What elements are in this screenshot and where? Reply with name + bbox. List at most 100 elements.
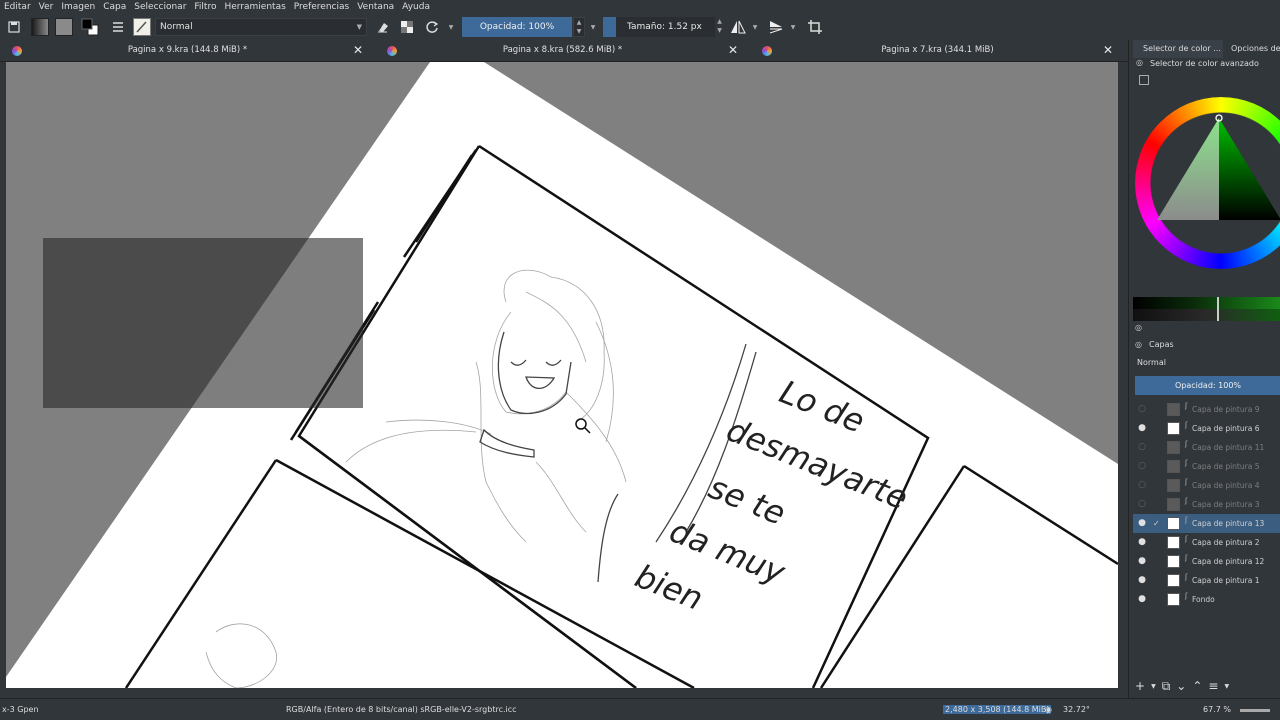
chevron-down-icon[interactable]: ▼ [1224, 683, 1229, 690]
size-stepper[interactable]: ▲ ▼ [715, 17, 724, 37]
menu-herramientas[interactable]: Herramientas [220, 0, 289, 14]
close-icon[interactable]: ✕ [728, 44, 738, 56]
eye-icon[interactable]: ● [1137, 590, 1147, 609]
mirror-vertical-icon[interactable] [766, 17, 786, 37]
menu-capa[interactable]: Capa [99, 0, 130, 14]
crop-icon[interactable] [805, 17, 825, 37]
eye-icon[interactable]: ● [1137, 552, 1147, 571]
blend-mode-value: Normal [160, 22, 193, 32]
size-slider[interactable]: Tamaño: 1.52 px [603, 17, 715, 37]
save-icon[interactable] [6, 17, 22, 37]
opacity-stepper[interactable]: ▲ ▼ [573, 17, 585, 37]
document-tabs: Pagina x 9.kra (144.8 MiB) * ✕ Pagina x … [0, 40, 1128, 62]
zoom-value: 67.7 % [1203, 705, 1231, 714]
eye-hidden-icon[interactable]: ○ [1137, 476, 1147, 495]
menu-ventana[interactable]: Ventana [353, 0, 398, 14]
tab-document-2[interactable]: Pagina x 8.kra (582.6 MiB) * ✕ [375, 40, 750, 62]
layer-toolbar: + ▼ ⧉ ⌄ ⌃ ≡ ▼ [1135, 678, 1280, 694]
move-layer-up-icon[interactable]: ⌃ [1192, 679, 1202, 693]
color-space-info: RGB/Alfa (Entero de 8 bits/canal) sRGB-e… [286, 705, 517, 714]
docker-float-icon[interactable]: ◎ [1136, 58, 1143, 67]
refresh-icon[interactable]: ◎ [1135, 323, 1142, 332]
color-gradient-bar[interactable] [1133, 309, 1280, 321]
gradient-swatch-icon[interactable] [30, 17, 50, 37]
paint-layer-icon: ʃ [1185, 421, 1188, 429]
list-view-icon[interactable] [1139, 75, 1149, 85]
layer-name: Capa de pintura 9 [1192, 405, 1260, 414]
menu-filtro[interactable]: Filtro [190, 0, 220, 14]
reload-preset-icon[interactable] [423, 17, 441, 37]
pattern-swatch-icon[interactable] [54, 17, 74, 37]
duplicate-layer-icon[interactable]: ⧉ [1162, 679, 1171, 694]
layer-row[interactable]: ● ʃ Capa de pintura 12 [1133, 552, 1280, 571]
menu-editar[interactable]: Editar [0, 0, 35, 14]
tab-color-selector[interactable]: Selector de color ... [1133, 40, 1223, 58]
eye-hidden-icon[interactable]: ○ [1137, 400, 1147, 419]
chevron-down-icon[interactable]: ▼ [750, 17, 760, 37]
layer-properties-icon[interactable]: ≡ [1208, 679, 1218, 693]
chevron-down-icon[interactable]: ▼ [446, 17, 456, 37]
paint-layer-icon: ʃ [1185, 573, 1188, 581]
chevron-down-icon[interactable]: ▼ [588, 17, 598, 37]
layer-thumbnail [1167, 498, 1180, 511]
eye-hidden-icon[interactable]: ○ [1137, 438, 1147, 457]
tab-document-3[interactable]: Pagina x 7.kra (344.1 MiB) ✕ [750, 40, 1125, 62]
paint-layer-icon: ʃ [1185, 516, 1188, 524]
rotation-value: 32.72° [1063, 705, 1090, 714]
tab-tool-options[interactable]: Opciones de h [1225, 40, 1280, 58]
blend-mode-select[interactable]: Normal ▼ [155, 18, 367, 36]
eye-icon[interactable]: ● [1137, 514, 1147, 533]
layer-row[interactable]: ○ ʃ Capa de pintura 5 [1133, 457, 1280, 476]
tab-document-1[interactable]: Pagina x 9.kra (144.8 MiB) * ✕ [0, 40, 375, 62]
close-icon[interactable]: ✕ [353, 44, 363, 56]
chevron-down-icon[interactable]: ▼ [788, 17, 798, 37]
layer-row[interactable]: ○ ʃ Capa de pintura 11 [1133, 438, 1280, 457]
eye-icon[interactable]: ● [1137, 533, 1147, 552]
close-icon[interactable]: ✕ [1103, 44, 1113, 56]
menu-ayuda[interactable]: Ayuda [398, 0, 434, 14]
canvas[interactable]: Lo de desmayarte se te da muy bien [6, 62, 1118, 688]
layer-name: Capa de pintura 4 [1192, 481, 1260, 490]
eye-hidden-icon[interactable]: ○ [1137, 457, 1147, 476]
layer-thumbnail [1167, 403, 1180, 416]
alpha-lock-icon[interactable] [398, 17, 416, 37]
layer-row[interactable]: ● ʃ Fondo [1133, 590, 1280, 609]
layer-row[interactable]: ● ʃ Capa de pintura 2 [1133, 533, 1280, 552]
menu-seleccionar[interactable]: Seleccionar [130, 0, 190, 14]
layer-row[interactable]: ● ʃ Capa de pintura 6 [1133, 419, 1280, 438]
mirror-horizontal-icon[interactable] [728, 17, 748, 37]
eye-hidden-icon[interactable]: ○ [1137, 495, 1147, 514]
right-docker: Selector de color ... Opciones de h ◎ Se… [1128, 40, 1280, 698]
layer-name: Capa de pintura 2 [1192, 538, 1260, 547]
opacity-slider[interactable]: Opacidad: 100% [462, 17, 572, 37]
menu-ver[interactable]: Ver [35, 0, 58, 14]
paint-layer-icon: ʃ [1185, 535, 1188, 543]
layer-name: Capa de pintura 11 [1192, 443, 1265, 452]
layer-name: Capa de pintura 13 [1192, 519, 1265, 528]
move-layer-down-icon[interactable]: ⌄ [1176, 679, 1186, 693]
color-wheel[interactable] [1135, 95, 1280, 275]
layer-row[interactable]: ○ ʃ Capa de pintura 3 [1133, 495, 1280, 514]
rotation-icon[interactable]: ◉ [1045, 705, 1052, 714]
layers-opacity-slider[interactable]: Opacidad: 100% [1135, 376, 1280, 395]
fg-bg-color-icon[interactable] [80, 17, 100, 37]
add-layer-icon[interactable]: + [1135, 679, 1145, 693]
menu-imagen[interactable]: Imagen [57, 0, 99, 14]
layer-thumbnail [1167, 574, 1180, 587]
eye-icon[interactable]: ● [1137, 571, 1147, 590]
zoom-slider[interactable] [1240, 709, 1270, 712]
brush-presets-icon[interactable] [108, 17, 128, 37]
chevron-down-icon[interactable]: ▼ [1151, 683, 1156, 690]
eraser-icon[interactable] [374, 17, 392, 37]
layer-row[interactable]: ○ ʃ Capa de pintura 4 [1133, 476, 1280, 495]
layer-row[interactable]: ○ ʃ Capa de pintura 9 [1133, 400, 1280, 419]
layer-row[interactable]: ● ʃ Capa de pintura 1 [1133, 571, 1280, 590]
menu-preferencias[interactable]: Preferencias [290, 0, 353, 14]
layer-thumbnail [1167, 555, 1180, 568]
docker-float-icon[interactable]: ◎ [1135, 340, 1142, 349]
layers-blend-select[interactable]: Normal [1135, 356, 1280, 370]
brush-preset-thumb-icon[interactable] [132, 17, 152, 37]
layer-row[interactable]: ● ✓ ʃ Capa de pintura 13 [1133, 514, 1280, 533]
eye-icon[interactable]: ● [1137, 419, 1147, 438]
overlay-panel [43, 238, 363, 408]
